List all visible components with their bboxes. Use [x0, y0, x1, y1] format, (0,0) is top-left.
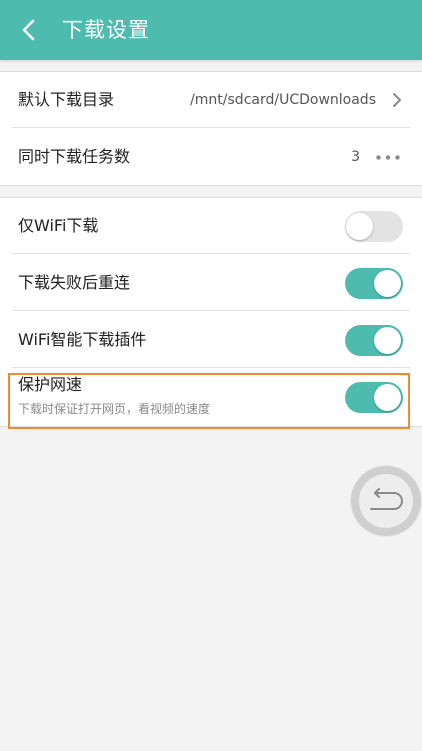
toggle-knob — [346, 213, 373, 240]
return-arrow-icon — [370, 488, 403, 510]
protect-speed-description: 下载时保证打开网页，看视频的速度 — [18, 402, 211, 416]
toggle-knob — [374, 327, 401, 354]
back-arrow-icon — [22, 19, 35, 41]
wifi-smart-plugin-row: WiFi智能下载插件 — [0, 312, 422, 368]
protect-speed-toggle[interactable] — [345, 382, 403, 413]
more-dots-icon[interactable] — [376, 155, 400, 160]
toggle-knob — [374, 270, 401, 297]
concurrent-tasks-label: 同时下载任务数 — [18, 147, 131, 166]
general-settings-group: 默认下载目录 /mnt/sdcard/UCDownloads 同时下载任务数 3 — [0, 71, 422, 186]
download-directory-row[interactable]: 默认下载目录 /mnt/sdcard/UCDownloads — [0, 72, 422, 128]
retry-on-fail-row: 下载失败后重连 — [0, 255, 422, 311]
floating-return-button[interactable] — [351, 466, 421, 536]
wifi-smart-plugin-label: WiFi智能下载插件 — [18, 330, 147, 349]
wifi-only-row: 仅WiFi下载 — [0, 198, 422, 254]
back-button[interactable] — [12, 12, 48, 48]
row-divider — [12, 310, 410, 311]
row-divider — [12, 367, 410, 368]
row-divider — [12, 253, 410, 254]
concurrent-tasks-value: 3 — [351, 149, 360, 165]
download-directory-label: 默认下载目录 — [18, 90, 115, 109]
toggle-settings-group: 仅WiFi下载 下载失败后重连 WiFi智能下载插件 保护网速 下载时保证打开网… — [0, 197, 422, 427]
retry-on-fail-toggle[interactable] — [345, 268, 403, 299]
chevron-right-icon — [393, 93, 401, 107]
protect-speed-label: 保护网速 — [18, 375, 83, 394]
app-header: 下载设置 — [0, 0, 422, 60]
toggle-knob — [374, 384, 401, 411]
retry-on-fail-label: 下载失败后重连 — [18, 273, 131, 292]
protect-speed-row: 保护网速 下载时保证打开网页，看视频的速度 — [0, 369, 422, 425]
download-directory-value: /mnt/sdcard/UCDownloads — [190, 92, 376, 108]
row-divider — [12, 127, 410, 128]
wifi-only-label: 仅WiFi下载 — [18, 216, 99, 235]
wifi-smart-plugin-toggle[interactable] — [345, 325, 403, 356]
page-title: 下载设置 — [62, 18, 150, 42]
concurrent-tasks-row[interactable]: 同时下载任务数 3 — [0, 129, 422, 185]
wifi-only-toggle[interactable] — [345, 211, 403, 242]
